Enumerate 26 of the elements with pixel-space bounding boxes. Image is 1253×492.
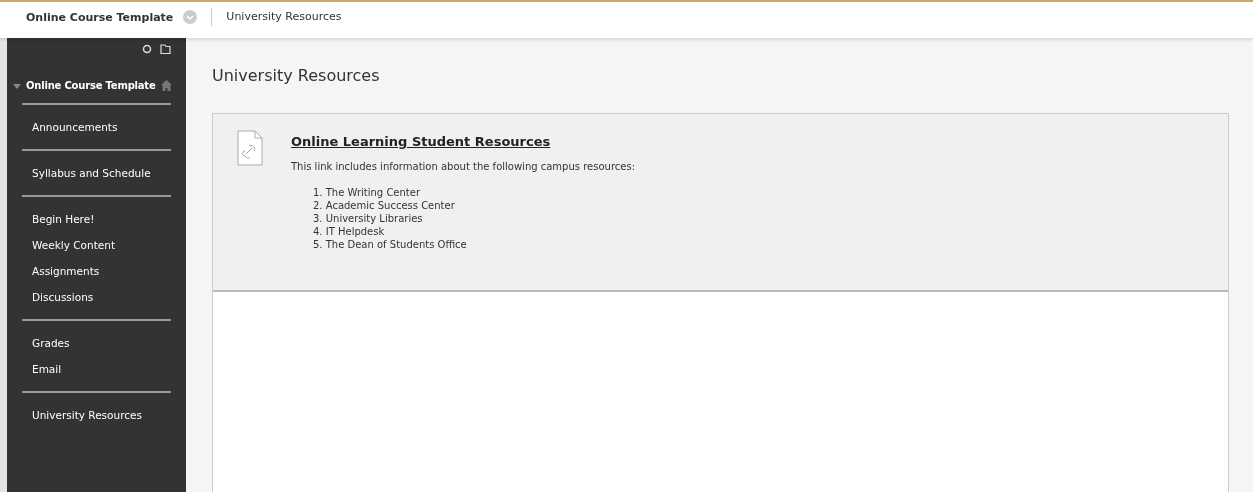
home-icon[interactable] — [160, 80, 172, 91]
sidebar-item[interactable]: University Resources — [32, 407, 171, 423]
resource-list-item: 1. The Writing Center — [312, 186, 422, 199]
sidebar-item[interactable]: Assignments — [32, 263, 171, 279]
resource-list-item: 3. University Libraries — [312, 212, 424, 225]
sidebar-item[interactable]: Announcements — [32, 119, 171, 135]
refresh-icon[interactable] — [142, 44, 152, 54]
chevron-down-icon — [183, 10, 198, 24]
folder-icon[interactable] — [160, 44, 171, 54]
page-title: University Resources — [212, 66, 381, 85]
sidebar-item[interactable]: Begin Here! — [32, 211, 171, 227]
sidebar-item[interactable]: Email — [32, 361, 171, 377]
sidebar-item[interactable]: Discussions — [32, 289, 171, 305]
breadcrumb-link[interactable]: University Resources — [212, 2, 356, 23]
resource-list-item: 4. IT Helpdesk — [312, 225, 386, 238]
caret-icon[interactable] — [13, 81, 21, 90]
resource-link[interactable]: Online Learning Student Resources — [291, 134, 636, 149]
item-description: This link includes information about the following campus resources: — [291, 161, 636, 172]
sidebar-item[interactable]: Weekly Content — [32, 237, 171, 253]
resource-list-item: 2. Academic Success Center — [312, 199, 456, 212]
sidebar-item[interactable]: Grades — [32, 335, 171, 351]
resource-list-item: 5. The Dean of Students Office — [312, 238, 468, 251]
sidebar-item[interactable]: Syllabus and Schedule — [32, 165, 171, 181]
link-file-icon — [237, 130, 263, 166]
course-title[interactable]: Online Course Template — [7, 54, 171, 103]
breadcrumb-link[interactable]: Online Course Template — [0, 2, 212, 24]
